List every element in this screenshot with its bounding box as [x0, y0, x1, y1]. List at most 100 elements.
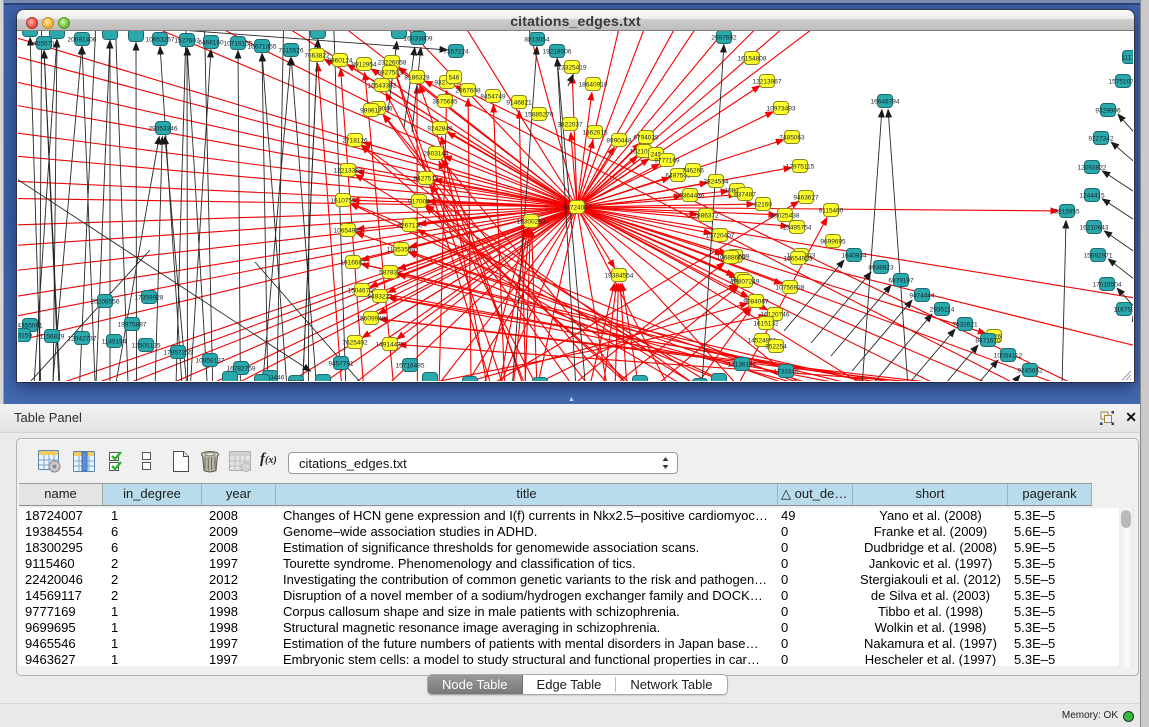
svg-text:9463627: 9463627 [793, 195, 819, 202]
svg-text:15720407: 15720407 [706, 233, 735, 240]
svg-text:6466160: 6466160 [198, 40, 224, 47]
svg-text:17016504: 17016504 [1093, 282, 1122, 289]
svg-text:18807249: 18807249 [731, 279, 760, 286]
svg-text:14055712: 14055712 [30, 41, 59, 48]
svg-text:19384554: 19384554 [605, 273, 634, 280]
svg-text:62160: 62160 [754, 202, 772, 209]
svg-text:3822037: 3822037 [557, 122, 583, 129]
svg-text:10756928: 10756928 [776, 285, 805, 292]
svg-text:1244415: 1244415 [1079, 193, 1105, 200]
svg-text:546: 546 [449, 75, 460, 82]
svg-text:12213382: 12213382 [334, 168, 363, 175]
svg-text:9146821: 9146821 [506, 100, 532, 107]
svg-text:9699695: 9699695 [820, 239, 846, 246]
svg-text:9457791: 9457791 [328, 361, 354, 368]
svg-text:7625402: 7625402 [342, 340, 368, 347]
svg-text:3267130: 3267130 [397, 223, 423, 230]
svg-text:7632621: 7632621 [952, 322, 978, 329]
svg-text:746266: 746266 [682, 168, 704, 175]
svg-text:8960124: 8960124 [327, 58, 353, 65]
svg-text:19654923: 19654923 [784, 256, 813, 263]
svg-text:587832: 587832 [379, 270, 401, 277]
svg-text:16154808: 16154808 [738, 56, 767, 63]
svg-text:15751074: 15751074 [1109, 79, 1133, 86]
svg-text:1916682: 1916682 [340, 260, 366, 267]
svg-text:7663822: 7663822 [304, 53, 330, 60]
svg-text:10054112: 10054112 [994, 353, 1023, 360]
svg-text:12042737: 12042737 [68, 336, 97, 343]
svg-text:10654985: 10654985 [334, 228, 363, 235]
svg-text:1733346: 1733346 [773, 369, 799, 376]
svg-text:8912954: 8912954 [351, 62, 377, 69]
svg-text:13325419: 13325419 [558, 65, 587, 72]
svg-text:29053346: 29053346 [149, 126, 178, 133]
svg-text:17957255: 17957255 [164, 350, 193, 357]
svg-text:14136141: 14136141 [728, 362, 757, 369]
svg-text:9827503: 9827503 [377, 70, 403, 77]
svg-text:8427512: 8427512 [413, 176, 439, 183]
svg-text:8938923: 8938923 [868, 265, 894, 272]
svg-text:15885270: 15885270 [525, 112, 554, 119]
svg-text:11353594: 11353594 [387, 247, 416, 254]
svg-text:17359928: 17359928 [135, 295, 164, 302]
svg-text:12213967: 12213967 [753, 79, 782, 86]
svg-text:13495754: 13495754 [783, 225, 812, 232]
svg-text:352254: 352254 [765, 344, 787, 351]
svg-text:3824554: 3824554 [703, 179, 729, 186]
svg-text:20691406: 20691406 [68, 37, 97, 44]
svg-text:989617: 989617 [360, 108, 382, 115]
svg-text:7357224: 7357224 [443, 49, 469, 56]
svg-text:12975115: 12975115 [786, 164, 815, 171]
svg-text:1527602: 1527602 [174, 38, 200, 45]
svg-text:2935114: 2935114 [930, 307, 955, 314]
svg-text:1145194: 1145194 [102, 339, 127, 346]
svg-text:9115460: 9115460 [819, 208, 844, 215]
svg-text:3215955: 3215955 [1054, 209, 1080, 216]
svg-text:10653267: 10653267 [146, 37, 175, 44]
svg-text:18724007: 18724007 [563, 205, 592, 212]
svg-text:8813054: 8813054 [524, 37, 550, 44]
svg-text:1610755: 1610755 [330, 198, 356, 205]
svg-text:14914479: 14914479 [376, 342, 405, 349]
svg-text:6794028: 6794028 [633, 135, 659, 142]
svg-text:12093822: 12093822 [1078, 165, 1107, 172]
svg-text:10958137: 10958137 [196, 358, 225, 365]
svg-text:1640934: 1640934 [841, 253, 867, 260]
svg-text:2687682: 2687682 [711, 35, 737, 42]
svg-text:8454749: 8454749 [480, 94, 506, 101]
svg-text:15692971: 15692971 [1084, 253, 1113, 260]
svg-text:2803144: 2803144 [423, 151, 449, 158]
svg-text:2718126: 2718126 [342, 138, 368, 145]
svg-text:116753: 116753 [1113, 307, 1133, 314]
svg-text:15716485: 15716485 [396, 363, 425, 370]
svg-text:16033809: 16033809 [404, 36, 433, 43]
svg-text:9227342: 9227342 [1088, 136, 1114, 143]
svg-text:10688609: 10688609 [717, 255, 746, 262]
svg-text:637487: 637487 [734, 192, 756, 199]
svg-text:7886372: 7886372 [693, 213, 719, 220]
svg-text:12505135: 12505135 [132, 343, 161, 350]
svg-text:1156829: 1156829 [40, 334, 65, 341]
svg-text:9245: 9245 [289, 380, 304, 382]
svg-text:7515526: 7515526 [278, 48, 304, 55]
svg-text:16671355: 16671355 [248, 44, 277, 51]
svg-text:6879197: 6879197 [888, 278, 914, 285]
svg-text:7485063: 7485063 [779, 135, 805, 142]
svg-text:18640910: 18640910 [579, 82, 608, 89]
svg-text:9245652: 9245652 [1017, 368, 1043, 375]
svg-text:9474444: 9474444 [909, 293, 935, 300]
svg-text:19218506: 19218506 [543, 49, 572, 56]
svg-text:8186328: 8186328 [404, 75, 430, 82]
svg-text:9329906: 9329906 [1095, 108, 1121, 115]
svg-text:9242848: 9242848 [427, 126, 453, 133]
svg-text:917006: 917006 [408, 199, 430, 206]
svg-text:9777169: 9777169 [654, 158, 680, 165]
svg-text:10973493: 10973493 [767, 106, 796, 113]
svg-text:2367608: 2367608 [455, 88, 481, 95]
svg-text:16648794: 16648794 [871, 99, 900, 106]
svg-text:8471670: 8471670 [975, 338, 1001, 345]
svg-text:3875685: 3875685 [432, 99, 458, 106]
svg-text:15300293: 15300293 [517, 219, 546, 226]
svg-text:20206556: 20206556 [91, 299, 120, 306]
svg-text:1615132: 1615132 [753, 321, 779, 328]
